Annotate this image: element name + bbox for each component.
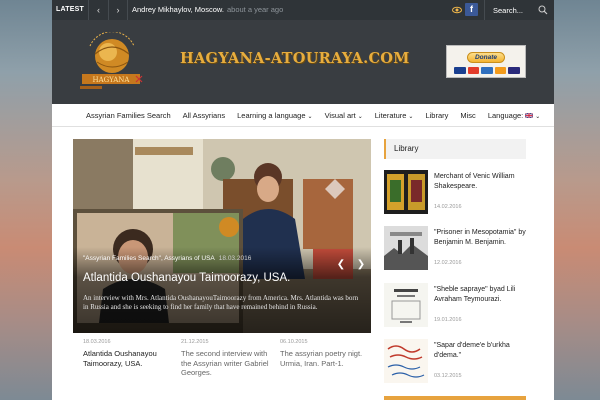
post-date: 21.12.2015 (181, 339, 209, 345)
nav-item-label: Language: (487, 111, 524, 120)
sidebar-accent-bar (384, 396, 526, 400)
featured-slider[interactable]: "Assyrian Families Search", Assyrians of… (73, 139, 371, 333)
chevron-down-icon: ⌄ (357, 114, 363, 120)
uk-flag-icon (525, 113, 534, 118)
site-header: HAGYANA HAGYANA-ATOURAYA.COM Donate (52, 20, 554, 104)
nav-item[interactable]: Learning a language ⌄ (231, 104, 318, 127)
slide-category[interactable]: "Assyrian Families Search", Assyrians of… (83, 255, 215, 262)
post-item[interactable]: 21.12.2015 The second interview with the… (181, 339, 275, 378)
library-item-date: 19.01.2016 (434, 317, 462, 323)
library-item[interactable]: Merchant of Venic William Shakespeare. 1… (384, 170, 526, 220)
library-sidebar: Library Merchant of Venic William Shakes… (384, 139, 526, 400)
nav-item[interactable]: Literature ⌄ (369, 104, 420, 127)
post-title[interactable]: Atlantida Oushanayou Taimoorazy, USA. (83, 349, 177, 368)
ticker-time: about a year ago (226, 5, 284, 14)
top-bar: LATEST ‹ › Andrey Mikhaylov, Moscow. abou… (52, 0, 554, 20)
sidebar-title[interactable]: Library (394, 139, 418, 159)
nav-item-label: Assyrian Families Search (86, 111, 171, 120)
chevron-down-icon: ⌄ (535, 114, 541, 120)
library-item[interactable]: "Sheble sapraye" byad Lili Avraham Teymo… (384, 283, 526, 333)
library-item-title[interactable]: Merchant of Venic William Shakespeare. (434, 172, 526, 191)
book-thumbnail[interactable] (384, 170, 428, 214)
post-title[interactable]: The second interview with the Assyrian w… (181, 349, 275, 378)
ticker-next-button[interactable]: › (108, 0, 128, 20)
library-item[interactable]: "Prisoner in Mesopotamia" by Benjamin M.… (384, 226, 526, 276)
search-icon[interactable] (538, 5, 548, 15)
site-logo[interactable]: HAGYANA (72, 32, 148, 96)
page-container: LATEST ‹ › Andrey Mikhaylov, Moscow. abou… (52, 0, 554, 400)
latest-label: LATEST (56, 6, 84, 13)
book-thumbnail[interactable] (384, 339, 428, 383)
post-item[interactable]: 18.03.2016 Atlantida Oushanayou Taimoora… (83, 339, 177, 368)
main-navigation: Assyrian Families Search All Assyrians Lea… (52, 104, 554, 127)
library-item-date: 14.02.2016 (434, 204, 462, 210)
chevron-down-icon: ⌄ (408, 114, 414, 120)
ticker-prev-button[interactable]: ‹ (88, 0, 108, 20)
post-item[interactable]: 06.10.2015 The assyrian poetry nigt. Urm… (280, 339, 374, 368)
site-title[interactable]: HAGYANA-ATOURAYA.COM (180, 50, 410, 67)
sidebar-header: Library (384, 139, 526, 159)
donate-button[interactable]: Donate (467, 52, 505, 63)
search-box (484, 0, 554, 20)
slider-prev-button[interactable]: ❮ (333, 257, 349, 273)
ticker-text: Andrey Mikhaylov, Moscow. (132, 5, 224, 14)
post-title[interactable]: The assyrian poetry nigt. Urmia, Iran. P… (280, 349, 374, 368)
nav-item[interactable]: Language: ⌄ (482, 104, 546, 127)
post-date: 06.10.2015 (280, 339, 308, 345)
donate-widget: Donate (446, 45, 526, 78)
slider-next-button[interactable]: ❯ (353, 257, 369, 273)
main-content: "Assyrian Families Search", Assyrians of… (52, 127, 554, 400)
search-input[interactable] (485, 0, 537, 20)
nav-item-label: All Assyrians (182, 111, 226, 120)
nav-item[interactable]: Assyrian Families Search (80, 104, 177, 127)
library-item-title[interactable]: "Sapar d'deme'e b'urkha d'dema." (434, 341, 526, 360)
nav-item-label: Library (425, 111, 449, 120)
library-item-date: 12.02.2016 (434, 260, 462, 266)
nav-item-label: Literature (374, 111, 407, 120)
nav-item[interactable]: Library (419, 104, 454, 127)
nav-item[interactable]: Misc (454, 104, 481, 127)
nav-item-label: Learning a language (237, 111, 306, 120)
library-item-date: 03.12.2015 (434, 373, 462, 379)
facebook-icon[interactable]: f (465, 3, 478, 16)
nav-item-label: Misc (460, 111, 476, 120)
recent-posts: 18.03.2016 Atlantida Oushanayou Taimoora… (73, 339, 371, 399)
ticker-link[interactable]: Andrey Mikhaylov, Moscow. about a year ag… (132, 0, 283, 20)
slide-date: 18.03.2016 (218, 255, 252, 262)
slide-title[interactable]: Atlantida Oushanayou Taimoorazy, USA. (83, 272, 290, 284)
library-item-title[interactable]: "Sheble sapraye" byad Lili Avraham Teymo… (434, 285, 526, 304)
nav-item[interactable]: All Assyrians (177, 104, 232, 127)
chevron-down-icon: ⌄ (307, 114, 313, 120)
slide-excerpt: An interview with Mrs. Atlantida Oushana… (83, 294, 359, 311)
eye-icon[interactable] (452, 5, 462, 15)
nav-item-label: Visual art (324, 111, 356, 120)
nav-item[interactable]: Visual art ⌄ (319, 104, 369, 127)
logo-text: HAGYANA (93, 76, 131, 84)
slide-meta: "Assyrian Families Search", Assyrians of… (83, 255, 251, 262)
book-thumbnail[interactable] (384, 283, 428, 327)
post-date: 18.03.2016 (83, 339, 111, 345)
book-thumbnail[interactable] (384, 226, 428, 270)
library-item-title[interactable]: "Prisoner in Mesopotamia" by Benjamin M.… (434, 228, 526, 247)
library-item[interactable]: "Sapar d'deme'e b'urkha d'dema." 03.12.2… (384, 339, 526, 389)
payment-cards-icon (454, 67, 520, 74)
